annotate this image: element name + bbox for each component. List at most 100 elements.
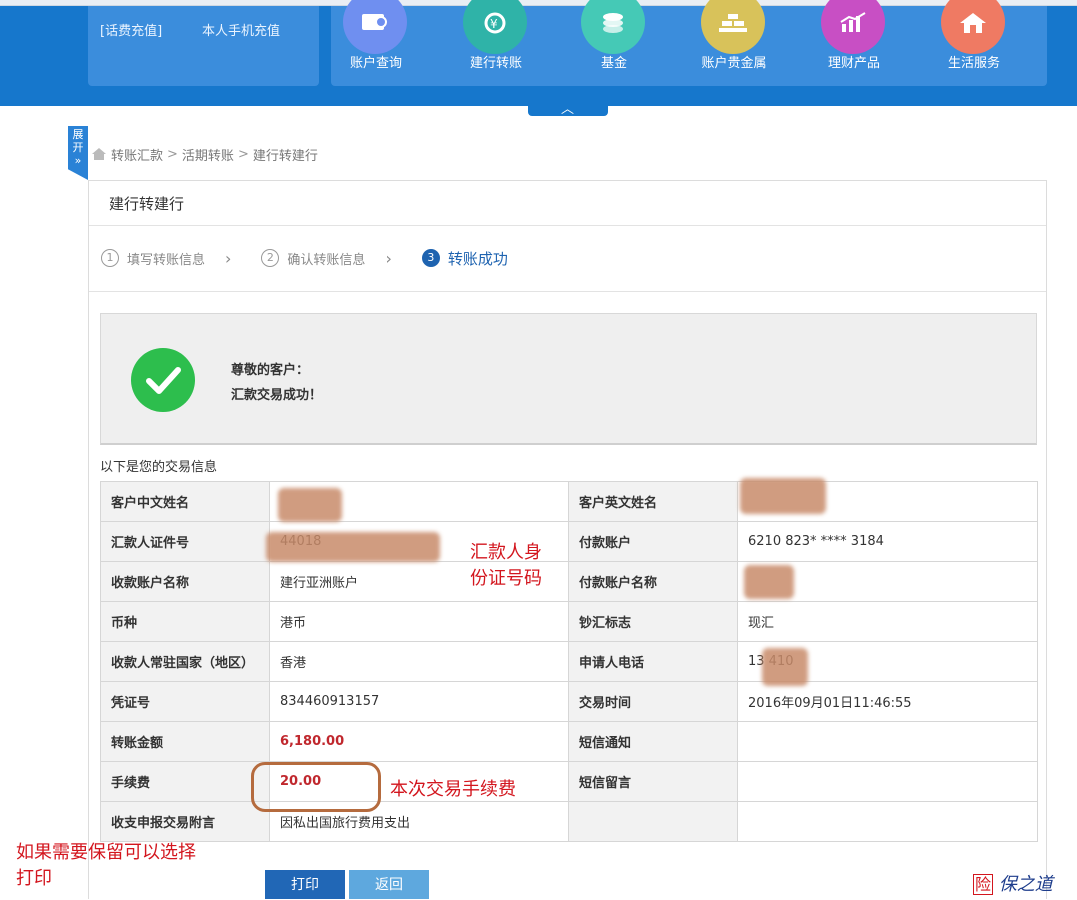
redaction-mark [744, 565, 794, 599]
field-label: 收支申报交易附言 [100, 801, 270, 842]
chevron-up-icon: ︿ [561, 102, 575, 117]
table-row: 客户中文姓名 客户英文姓名 [100, 481, 1038, 522]
nav-ccb-transfer[interactable]: ¥ 建行转账 [451, 0, 541, 86]
nav-label: 生活服务 [947, 56, 1000, 71]
divider [89, 225, 1046, 226]
table-row: 手续费 20.00 短信留言 [100, 761, 1038, 802]
field-label: 币种 [100, 601, 270, 642]
home-icon[interactable] [91, 147, 107, 161]
nav-account-query[interactable]: 账户查询 [331, 0, 421, 86]
step-number: 1 [101, 249, 119, 267]
field-value [737, 801, 1038, 842]
own-phone-topup-link[interactable]: 本人手机充值 [202, 20, 280, 39]
annotation-fee-note: 本次交易手续费 [390, 779, 516, 800]
double-chevron-icon: » [74, 154, 82, 167]
transaction-info-table: 客户中文姓名 客户英文姓名汇款人证件号44018付款账户6210 823* ***… [100, 481, 1038, 842]
precious-metal-icon [701, 0, 765, 54]
breadcrumb: 转账汇款 > 活期转账 > 建行转建行 [91, 145, 318, 164]
wealth-product-icon [821, 0, 885, 54]
annotation-line: 打印 [16, 868, 52, 889]
field-label: 客户中文姓名 [100, 481, 270, 522]
nav-wealth-product[interactable]: 理财产品 [809, 0, 899, 86]
watermark: 险 保之道 [973, 870, 1073, 895]
page-title: 建行转建行 [109, 195, 185, 213]
header-nav-panel: 账户查询 ¥ 建行转账 基金 账户贵金属 理财产品 生活服务 [331, 0, 1047, 86]
collapse-header-button[interactable]: ︿ [528, 100, 608, 117]
annotation-line: 汇款人身 [470, 542, 542, 563]
account-query-icon [343, 0, 407, 54]
field-value: 6210 823* **** 3184 [737, 521, 1038, 562]
step-number: 3 [421, 249, 440, 267]
field-label: 收款人常驻国家（地区） [100, 641, 270, 682]
watermark-seal: 险 [973, 874, 994, 895]
print-button[interactable]: 打印 [265, 870, 345, 899]
annotation-line: 份证号码 [470, 568, 542, 589]
redaction-mark [740, 478, 826, 514]
field-label: 付款账户 [568, 521, 738, 562]
redaction-mark [266, 532, 440, 562]
back-button[interactable]: 返回 [349, 870, 429, 899]
field-label: 短信通知 [568, 721, 738, 762]
table-row: 收款人常驻国家（地区）香港申请人电话13 410 [100, 641, 1038, 682]
step-label: 转账成功 [447, 249, 508, 268]
field-value: 现汇 [737, 601, 1038, 642]
nav-label: 账户贵金属 [701, 56, 767, 71]
table-row: 币种 港币 钞汇标志 现汇 [100, 601, 1038, 642]
svg-text:¥: ¥ [490, 17, 498, 31]
field-label: 凭证号 [100, 681, 270, 722]
chevron-right-icon: › [225, 248, 232, 268]
phone-topup-link[interactable]: [话费充值] [100, 20, 162, 39]
field-label: 交易时间 [568, 681, 738, 722]
nav-precious-metal[interactable]: 账户贵金属 [689, 0, 779, 86]
success-greeting: 尊敬的客户： [231, 363, 310, 378]
breadcrumb-item-transfer[interactable]: 转账汇款 [111, 145, 163, 164]
expand-side-tab[interactable]: 展开 » [68, 126, 88, 180]
field-label [568, 801, 738, 842]
field-label: 手续费 [100, 761, 270, 802]
fee-highlight-oval [251, 762, 381, 812]
annotation-id-note: 汇款人身 份证号码 [470, 540, 542, 592]
step-success: 3 转账成功 [421, 248, 508, 269]
annotation-print-note: 如果需要保留可以选择 打印 [16, 840, 196, 892]
field-label: 申请人电话 [568, 641, 738, 682]
table-row: 收支申报交易附言 因私出国旅行费用支出 [100, 801, 1038, 842]
breadcrumb-item-current-transfer[interactable]: 活期转账 [182, 145, 234, 164]
annotation-line: 如果需要保留可以选择 [16, 842, 196, 863]
table-row: 汇款人证件号44018付款账户6210 823* **** 3184 [100, 521, 1038, 562]
nav-label: 基金 [600, 56, 627, 71]
nav-label: 建行转账 [469, 56, 522, 71]
table-row: 凭证号 834460913157 交易时间 2016年09月01日11:46:55 [100, 681, 1038, 722]
header-quick-panel: [话费充值] 本人手机充值 [88, 6, 319, 86]
breadcrumb-sep: > [237, 146, 249, 162]
field-value: 6,180.00 [269, 721, 569, 762]
breadcrumb-item-ccb-to-ccb: 建行转建行 [252, 148, 318, 164]
nav-label: 账户查询 [349, 56, 402, 71]
table-row: 收款账户名称 建行亚洲账户 付款账户名称 [100, 561, 1038, 602]
field-label: 收款账户名称 [100, 561, 270, 602]
success-message-box: 尊敬的客户： 汇款交易成功！ [100, 313, 1037, 445]
field-value: 香港 [269, 641, 569, 682]
transaction-info-heading: 以下是您的交易信息 [100, 460, 218, 475]
transfer-icon: ¥ [463, 0, 527, 54]
life-service-icon [941, 0, 1005, 54]
step-number: 2 [261, 249, 280, 267]
chevron-right-icon: › [385, 248, 392, 268]
field-label: 客户英文姓名 [568, 481, 738, 522]
progress-steps: 1 填写转账信息 › 2 确认转账信息 › 3 转账成功 [101, 247, 528, 269]
field-label: 钞汇标志 [568, 601, 738, 642]
nav-fund[interactable]: 基金 [569, 0, 659, 86]
step-label: 填写转账信息 [127, 252, 206, 268]
field-value: 港币 [269, 601, 569, 642]
breadcrumb-sep: > [167, 146, 178, 162]
redaction-mark [762, 648, 808, 686]
success-message: 汇款交易成功！ [231, 388, 323, 403]
field-label: 汇款人证件号 [100, 521, 270, 562]
main-panel: 建行转建行 1 填写转账信息 › 2 确认转账信息 › 3 转账成功 尊敬的客户… [88, 180, 1047, 899]
nav-label: 理财产品 [827, 56, 880, 71]
success-check-icon [131, 348, 195, 412]
step-confirm-info: 2 确认转账信息 [261, 249, 365, 268]
field-value [737, 721, 1038, 762]
field-label: 短信留言 [568, 761, 738, 802]
nav-life-service[interactable]: 生活服务 [929, 0, 1019, 86]
redaction-mark [278, 488, 342, 522]
